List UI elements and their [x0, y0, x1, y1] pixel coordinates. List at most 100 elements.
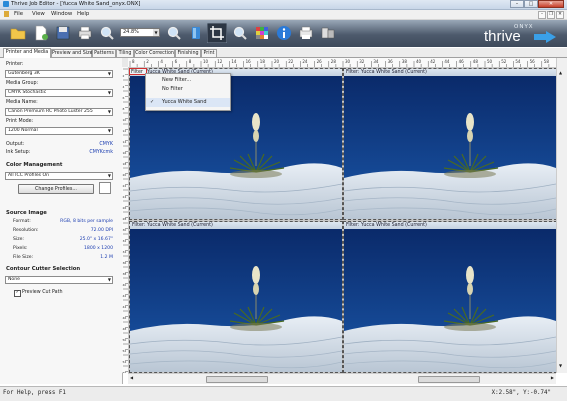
tab-color-correction[interactable]: Color Correction [134, 49, 175, 57]
mdi-restore-button[interactable]: ❐ [547, 11, 555, 19]
brand-arrow-icon [534, 31, 556, 43]
ruler-label: 48 [123, 327, 127, 331]
menu-view[interactable]: View [32, 11, 45, 17]
preview-panel[interactable]: Filter: Yucca White Sand (Current) [343, 68, 557, 220]
ruler-label: 40 [416, 59, 422, 64]
media-group-select[interactable]: CMYK Stochastic ▼ [5, 89, 113, 97]
mdi-close-button[interactable]: ✕ [556, 11, 564, 19]
pixels-label: Pixels: [13, 246, 28, 251]
zoom-icon[interactable] [232, 25, 248, 41]
close-button[interactable]: ✕ [538, 0, 564, 8]
menu-item-label: Yucca White Sand [162, 99, 207, 105]
status-bar: For Help, press F1 X:2.58", Y:-0.74" [0, 386, 567, 401]
preview-canvas[interactable]: Filter: Yucca White Sand (Current) Filte… [128, 67, 557, 373]
scroll-thumb[interactable] [206, 376, 268, 383]
color-grid-icon[interactable] [254, 25, 270, 41]
tab-preview-and-size[interactable]: Preview and Size [51, 49, 93, 57]
color-management-select[interactable]: All ICC Profiles On ▼ [5, 172, 113, 180]
print-mode-select[interactable]: 1200 Normal ▼ [5, 127, 113, 135]
ruler-label: 42 [123, 294, 127, 298]
ruler-label: 30 [123, 228, 127, 232]
folder-open-icon[interactable] [10, 25, 26, 41]
contour-cutter-select[interactable]: None ▼ [5, 276, 113, 284]
ruler-label: 2 [146, 59, 149, 64]
nest-icon[interactable] [320, 25, 336, 41]
ruler-label: 12 [123, 129, 127, 133]
mdi-minimize-button[interactable]: – [538, 11, 546, 19]
ruler-label: 22 [123, 184, 127, 188]
ruler-label: 32 [359, 59, 365, 64]
preview-panel[interactable]: Filter: Yucca White Sand (Current) [343, 221, 557, 373]
change-profiles-button[interactable]: Change Profiles... [18, 184, 94, 194]
output-value: CMYK [99, 142, 113, 147]
chevron-down-icon: ▼ [107, 128, 111, 133]
minimize-button[interactable]: – [510, 0, 524, 8]
ruler-label: 4 [160, 59, 163, 64]
yucca-photo [130, 229, 342, 372]
color-bar-icon[interactable] [188, 25, 204, 41]
ruler-label: 2 [123, 74, 125, 78]
menu-item-yucca-white-sand[interactable]: ✓ Yucca White Sand [146, 98, 230, 107]
scroll-right-icon[interactable]: ▶ [551, 375, 554, 380]
media-name-select[interactable]: Canon Premium RC Photo Luster 255 ▼ [5, 108, 113, 116]
ruler-label: 42 [430, 59, 436, 64]
ink-setup-value: CMYKcmk [89, 150, 113, 155]
print-queue-icon[interactable] [298, 25, 314, 41]
tab-patterns[interactable]: Patterns [92, 49, 116, 57]
check-icon: ✓ [150, 99, 155, 105]
info-icon[interactable] [276, 25, 292, 41]
ruler-label: 28 [123, 217, 127, 221]
preview-cut-path-checkbox[interactable]: ✓ [14, 290, 21, 297]
scroll-thumb[interactable] [418, 376, 480, 383]
chevron-down-icon: ▼ [107, 173, 111, 178]
ruler-label: 4 [123, 85, 125, 89]
menu-help[interactable]: Help [77, 11, 89, 17]
status-help-text: For Help, press F1 [3, 390, 66, 396]
ruler-label: 34 [373, 59, 379, 64]
media-group-label: Media Group: [6, 81, 39, 86]
resolution-label: Resolution: [13, 228, 39, 233]
crop-icon[interactable] [207, 23, 227, 43]
ruler-label: 54 [123, 360, 127, 364]
menu-window[interactable]: Window [51, 11, 72, 17]
color-management-header: Color Management [6, 162, 63, 168]
scroll-up-icon[interactable]: ▲ [559, 70, 562, 75]
horizontal-scrollbar[interactable]: ◀ ▶ [128, 373, 556, 384]
tab-finishing[interactable]: Finishing [175, 49, 201, 57]
ruler-label: 56 [123, 371, 127, 373]
tab-print[interactable]: Print [201, 49, 217, 57]
maximize-button[interactable]: □ [524, 0, 538, 8]
contour-cutter-header: Contour Cutter Selection [6, 266, 81, 272]
tab-printer-and-media[interactable]: Printer and Media [3, 48, 51, 58]
ruler-label: 56 [530, 59, 536, 64]
yucca-photo [344, 76, 556, 219]
vertical-scrollbar[interactable]: ▲ ▼ [556, 58, 567, 373]
menu-item-new-filter[interactable]: New Filter... [146, 76, 230, 85]
tab-tiling[interactable]: Tiling [116, 49, 134, 57]
filter-popup-menu: New Filter... No Filter ✓ Yucca White Sa… [145, 73, 231, 111]
scroll-down-icon[interactable]: ▼ [559, 363, 562, 368]
toolbar: 24.8% ▼ ONYX thrive [0, 20, 567, 47]
zoom-select[interactable]: 24.8% ▼ [120, 28, 160, 37]
printer-value: Gutenberg 3K [8, 71, 40, 76]
menu-item-no-filter[interactable]: No Filter [146, 85, 230, 94]
panel-title: Filter: Yucca White Sand (Current) [344, 222, 556, 229]
new-document-icon[interactable] [33, 25, 49, 41]
format-value: RGB, 8 bits per sample [60, 219, 113, 224]
zoom-value: 24.8% [123, 29, 139, 35]
profile-swatch [99, 182, 111, 194]
size-label: Size: [13, 237, 24, 242]
menu-file[interactable]: File [14, 11, 23, 17]
find-icon[interactable] [99, 25, 115, 41]
scroll-left-icon[interactable]: ◀ [130, 375, 133, 380]
printer-label: Printer: [6, 62, 24, 67]
preview-panel[interactable]: Filter: Yucca White Sand (Current) [129, 221, 343, 373]
save-icon[interactable] [55, 25, 71, 41]
ruler-label: 22 [288, 59, 294, 64]
zoom-in-icon[interactable] [166, 25, 182, 41]
ruler-label: 16 [246, 59, 252, 64]
ruler-label: 34 [123, 250, 127, 254]
printer-select[interactable]: Gutenberg 3K ▼ [5, 70, 113, 78]
print-icon[interactable] [77, 25, 93, 41]
source-image-header: Source Image [6, 210, 47, 216]
